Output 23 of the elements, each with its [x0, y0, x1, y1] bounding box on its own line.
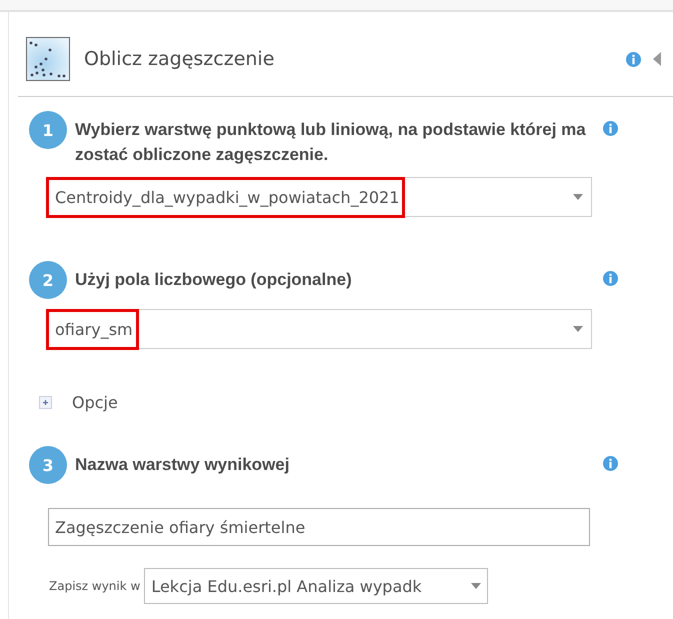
- step-number: 2: [29, 261, 67, 299]
- step-number: 3: [29, 446, 67, 484]
- caret-icon: [573, 326, 583, 332]
- save-label: Zapisz wynik w: [49, 579, 140, 593]
- step-label: Użyj pola liczbowego (opcjonalne): [75, 269, 353, 291]
- caret-icon: [471, 583, 482, 589]
- layer-dropdown[interactable]: ofiary_sm: [48, 309, 592, 349]
- layer-name-input[interactable]: Zagęszczenie ofiary śmiertelne: [48, 508, 590, 546]
- info-icon[interactable]: [603, 271, 618, 286]
- collapse-arrow-icon[interactable]: [653, 52, 661, 66]
- layer-dropdown[interactable]: Centroidy_dla_wypadki_w_powiatach_2021: [48, 177, 592, 217]
- info-icon[interactable]: [626, 52, 641, 66]
- info-icon[interactable]: [603, 456, 618, 471]
- options-label[interactable]: Opcje: [72, 393, 118, 412]
- info-icon[interactable]: [603, 121, 618, 136]
- density-map-icon: [26, 37, 70, 81]
- step-label: Wybierz warstwę punktową lub liniową, na podstawie której ma zostać obliczone zagęszczenie.: [75, 119, 587, 166]
- step-label: Nazwa warstwy wynikowej: [75, 454, 290, 476]
- panel-title: Oblicz zagęszczenie: [84, 48, 276, 70]
- folder-dropdown[interactable]: Lekcja Edu.esri.pl Analiza wypadk: [144, 568, 488, 604]
- step-number: 1: [29, 111, 67, 149]
- expand-icon[interactable]: [39, 396, 52, 409]
- caret-icon: [573, 194, 583, 200]
